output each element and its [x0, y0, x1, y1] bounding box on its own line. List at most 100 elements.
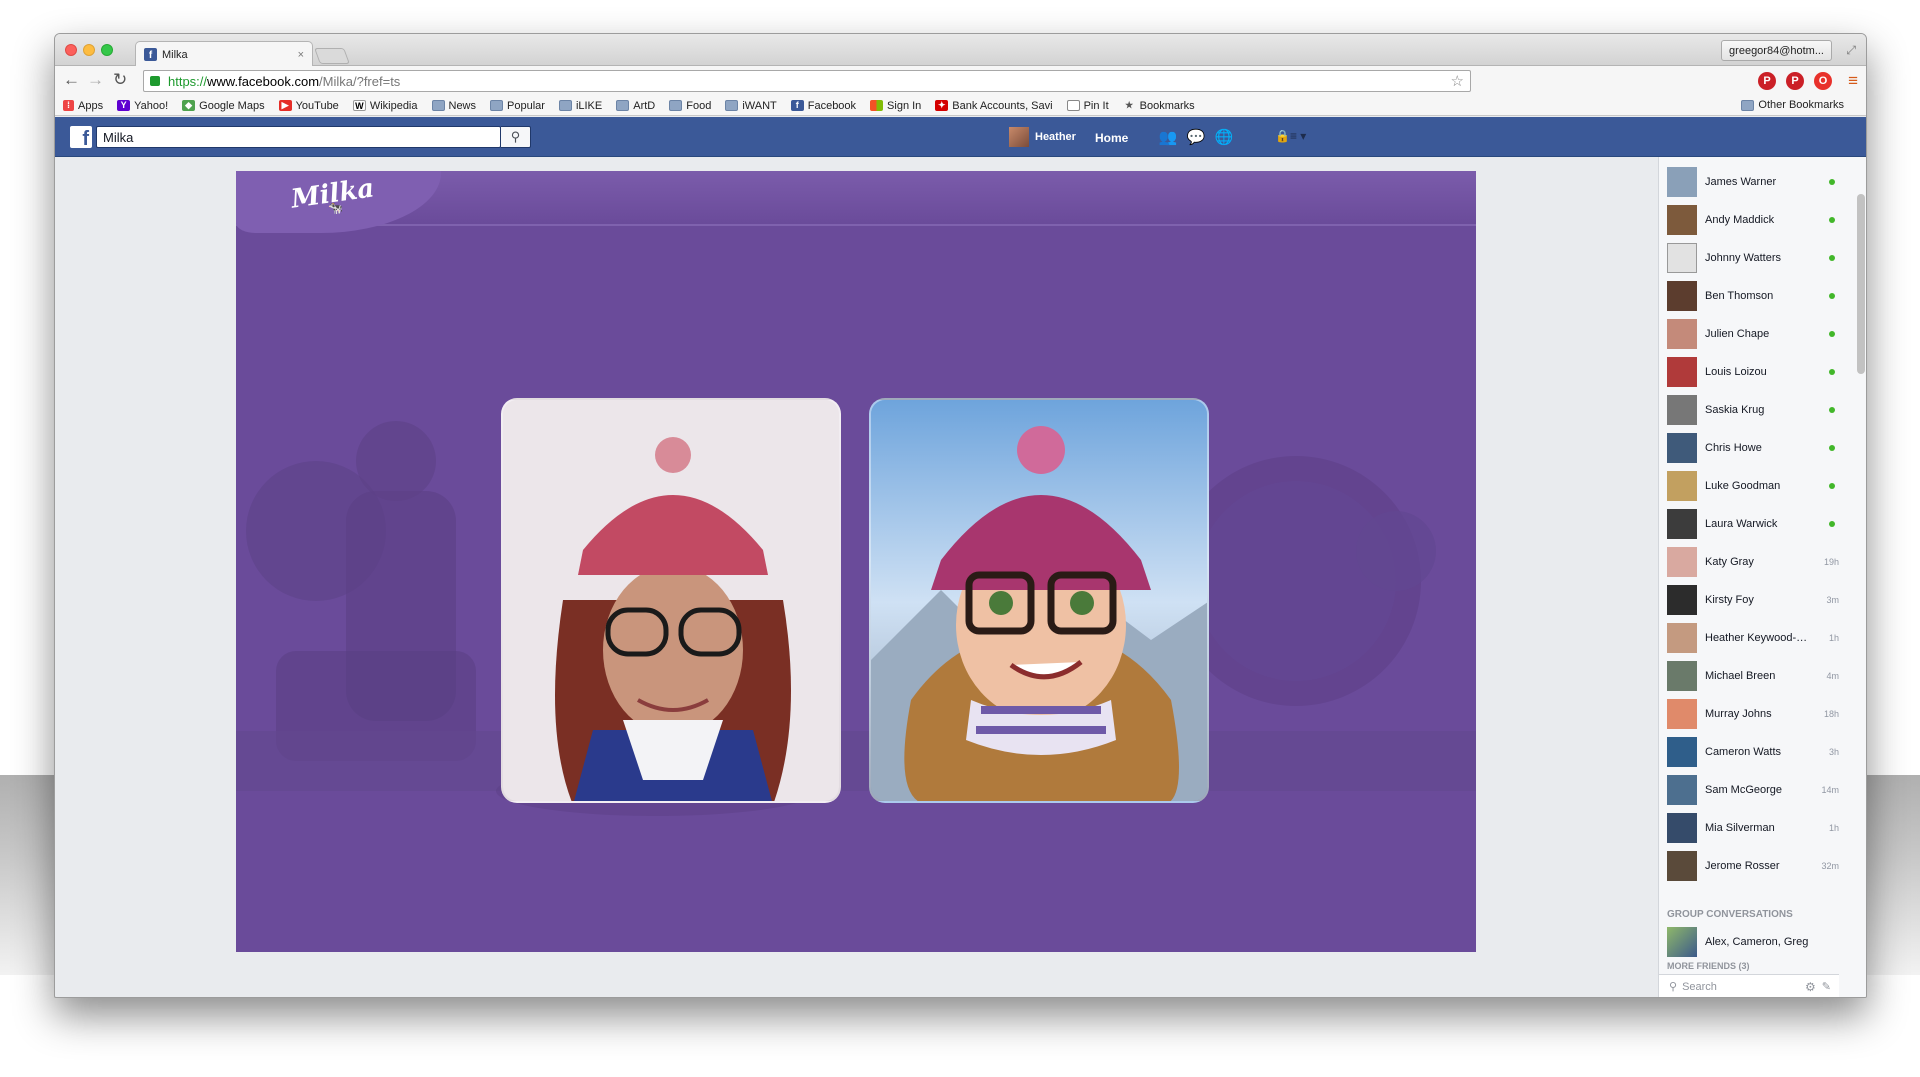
other-bookmarks[interactable]: Other Bookmarks: [1741, 99, 1844, 111]
profile-button[interactable]: greegor84@hotm...: [1721, 40, 1832, 61]
bank-icon: ✦: [935, 100, 949, 111]
pinterest-extension-icon-2[interactable]: P: [1786, 72, 1804, 90]
avatar: [1667, 395, 1697, 425]
privacy-dropdown-icon[interactable]: 🔒≡ ▾: [1275, 129, 1306, 143]
chat-friend[interactable]: James Warner: [1659, 163, 1839, 201]
chat-friend[interactable]: Cameron Watts 3h: [1659, 733, 1839, 771]
notifications-globe-icon[interactable]: 🌐: [1214, 128, 1234, 146]
online-dot-icon: [1811, 329, 1839, 339]
bookmark-youtube[interactable]: ▶ YouTube: [278, 100, 339, 112]
bookmark-apps[interactable]: ⁞ Apps: [63, 100, 103, 112]
chat-friend[interactable]: Jerome Rosser 32m: [1659, 847, 1839, 885]
facebook-favicon-icon: f: [144, 48, 157, 61]
chat-friend[interactable]: Kirsty Foy 3m: [1659, 581, 1839, 619]
chat-friend[interactable]: Heather Keywood-Mi... 1h: [1659, 619, 1839, 657]
online-dot-icon: [1811, 443, 1839, 453]
friend-requests-icon[interactable]: 👥: [1158, 128, 1178, 146]
compose-icon[interactable]: ✎: [1822, 980, 1831, 993]
bookmark-yahoo[interactable]: Y Yahoo!: [117, 100, 168, 112]
bookmark-folder-ilike[interactable]: iLIKE: [558, 100, 602, 112]
bookmark-pin-it[interactable]: Pin It: [1066, 100, 1109, 112]
bookmark-sign-in[interactable]: Sign In: [870, 100, 921, 112]
url-path: /Milka/?fref=ts: [319, 73, 401, 89]
maximize-window-button[interactable]: [101, 44, 113, 56]
pinterest-extension-icon[interactable]: P: [1758, 72, 1776, 90]
bookmark-folder-popular[interactable]: Popular: [490, 100, 545, 112]
folder-icon: [490, 100, 504, 111]
back-arrow-icon[interactable]: ←: [63, 70, 80, 90]
bookmark-folder-news[interactable]: News: [431, 100, 476, 112]
url-scheme: https://: [168, 73, 208, 89]
chat-friend[interactable]: Laura Warwick: [1659, 505, 1839, 543]
milka-app-canvas: Milka 🐄: [236, 171, 1476, 952]
search-icon: ⚲: [1669, 981, 1678, 993]
online-dot-icon: [1811, 519, 1839, 529]
avatar: [1667, 851, 1697, 881]
background-scene: [236, 231, 1476, 952]
bookmark-folder-iwant[interactable]: iWANT: [725, 100, 777, 112]
browser-tab[interactable]: f Milka ×: [135, 41, 313, 67]
profile-link[interactable]: Heather: [1009, 127, 1076, 147]
avatar: [1667, 623, 1697, 653]
bookmark-bank[interactable]: ✦ Bank Accounts, Savi: [935, 100, 1053, 112]
bookmark-folder-artd[interactable]: ArtD: [616, 100, 655, 112]
folder-icon: [725, 100, 739, 111]
bookmark-wikipedia[interactable]: W Wikipedia: [352, 100, 418, 112]
chat-friend[interactable]: Louis Loizou: [1659, 353, 1839, 391]
online-dot-icon: [1811, 253, 1839, 263]
cartoon-avatar[interactable]: [869, 398, 1209, 803]
avatar: [1667, 357, 1697, 387]
bookmark-folder-food[interactable]: Food: [669, 100, 711, 112]
youtube-icon: ▶: [278, 100, 292, 111]
search-icon[interactable]: ⚲: [501, 126, 531, 148]
messages-icon[interactable]: 💬: [1186, 128, 1206, 146]
chat-friend[interactable]: Johnny Watters: [1659, 239, 1839, 277]
user-photo[interactable]: [501, 398, 841, 803]
close-window-button[interactable]: [65, 44, 77, 56]
fullscreen-icon[interactable]: ⤢: [1846, 43, 1856, 58]
page-icon: [1066, 100, 1080, 111]
avatar: [1667, 433, 1697, 463]
forward-arrow-icon[interactable]: →: [87, 70, 104, 90]
address-bar[interactable]: https:// www.facebook.com /Milka/?fref=t…: [143, 70, 1471, 92]
chat-friend[interactable]: Saskia Krug: [1659, 391, 1839, 429]
bookmarks-bar: ⁞ Apps Y Yahoo! ◆ Google Maps ▶ YouTube W Wik…: [55, 96, 1866, 116]
apps-grid-icon: ⁞: [63, 100, 74, 111]
minimize-window-button[interactable]: [83, 44, 95, 56]
new-tab-button[interactable]: [314, 48, 350, 64]
chat-friend[interactable]: Andy Maddick: [1659, 201, 1839, 239]
facebook-logo-icon[interactable]: f: [70, 126, 92, 149]
bookmark-facebook[interactable]: f Facebook: [790, 100, 856, 112]
online-dot-icon: [1811, 291, 1839, 301]
chat-friend[interactable]: Luke Goodman: [1659, 467, 1839, 505]
chat-friend[interactable]: Julien Chape: [1659, 315, 1839, 353]
tab-close-icon[interactable]: ×: [298, 49, 304, 61]
home-link[interactable]: Home: [1095, 131, 1128, 145]
bookmark-bookmarks[interactable]: ★ Bookmarks: [1123, 100, 1195, 112]
scrollbar[interactable]: [1857, 194, 1865, 374]
user-photo-image: [503, 400, 839, 801]
reload-icon[interactable]: ↻: [113, 70, 127, 90]
facebook-search-input[interactable]: [96, 126, 501, 148]
chat-friend[interactable]: Katy Gray 19h: [1659, 543, 1839, 581]
chat-sidebar: James Warner Andy Maddick Johnny Watters…: [1658, 157, 1866, 997]
folder-icon: [1741, 99, 1755, 111]
chat-friend[interactable]: Ben Thomson: [1659, 277, 1839, 315]
chat-friend[interactable]: Michael Breen 4m: [1659, 657, 1839, 695]
bookmark-star-icon[interactable]: ☆: [1451, 72, 1464, 90]
chat-friend[interactable]: Chris Howe: [1659, 429, 1839, 467]
avatar: [1667, 661, 1697, 691]
cartoon-avatar-image: [871, 400, 1207, 801]
chat-friend[interactable]: Murray Johns 18h: [1659, 695, 1839, 733]
browser-menu-icon[interactable]: ≡: [1848, 71, 1858, 91]
bookmark-google-maps[interactable]: ◆ Google Maps: [182, 100, 265, 112]
more-friends-heading: MORE FRIENDS (3): [1667, 961, 1750, 971]
yahoo-icon: Y: [117, 100, 131, 111]
group-conversation[interactable]: Alex, Cameron, Greg: [1659, 923, 1839, 961]
chat-friend[interactable]: Sam McGeorge 14m: [1659, 771, 1839, 809]
chat-friend[interactable]: Mia Silverman 1h: [1659, 809, 1839, 847]
opera-extension-icon[interactable]: O: [1814, 72, 1832, 90]
gear-icon[interactable]: ⚙: [1805, 980, 1816, 994]
folder-icon: [669, 100, 683, 111]
chat-search[interactable]: ⚲ Search ⚙ ✎: [1659, 974, 1839, 997]
